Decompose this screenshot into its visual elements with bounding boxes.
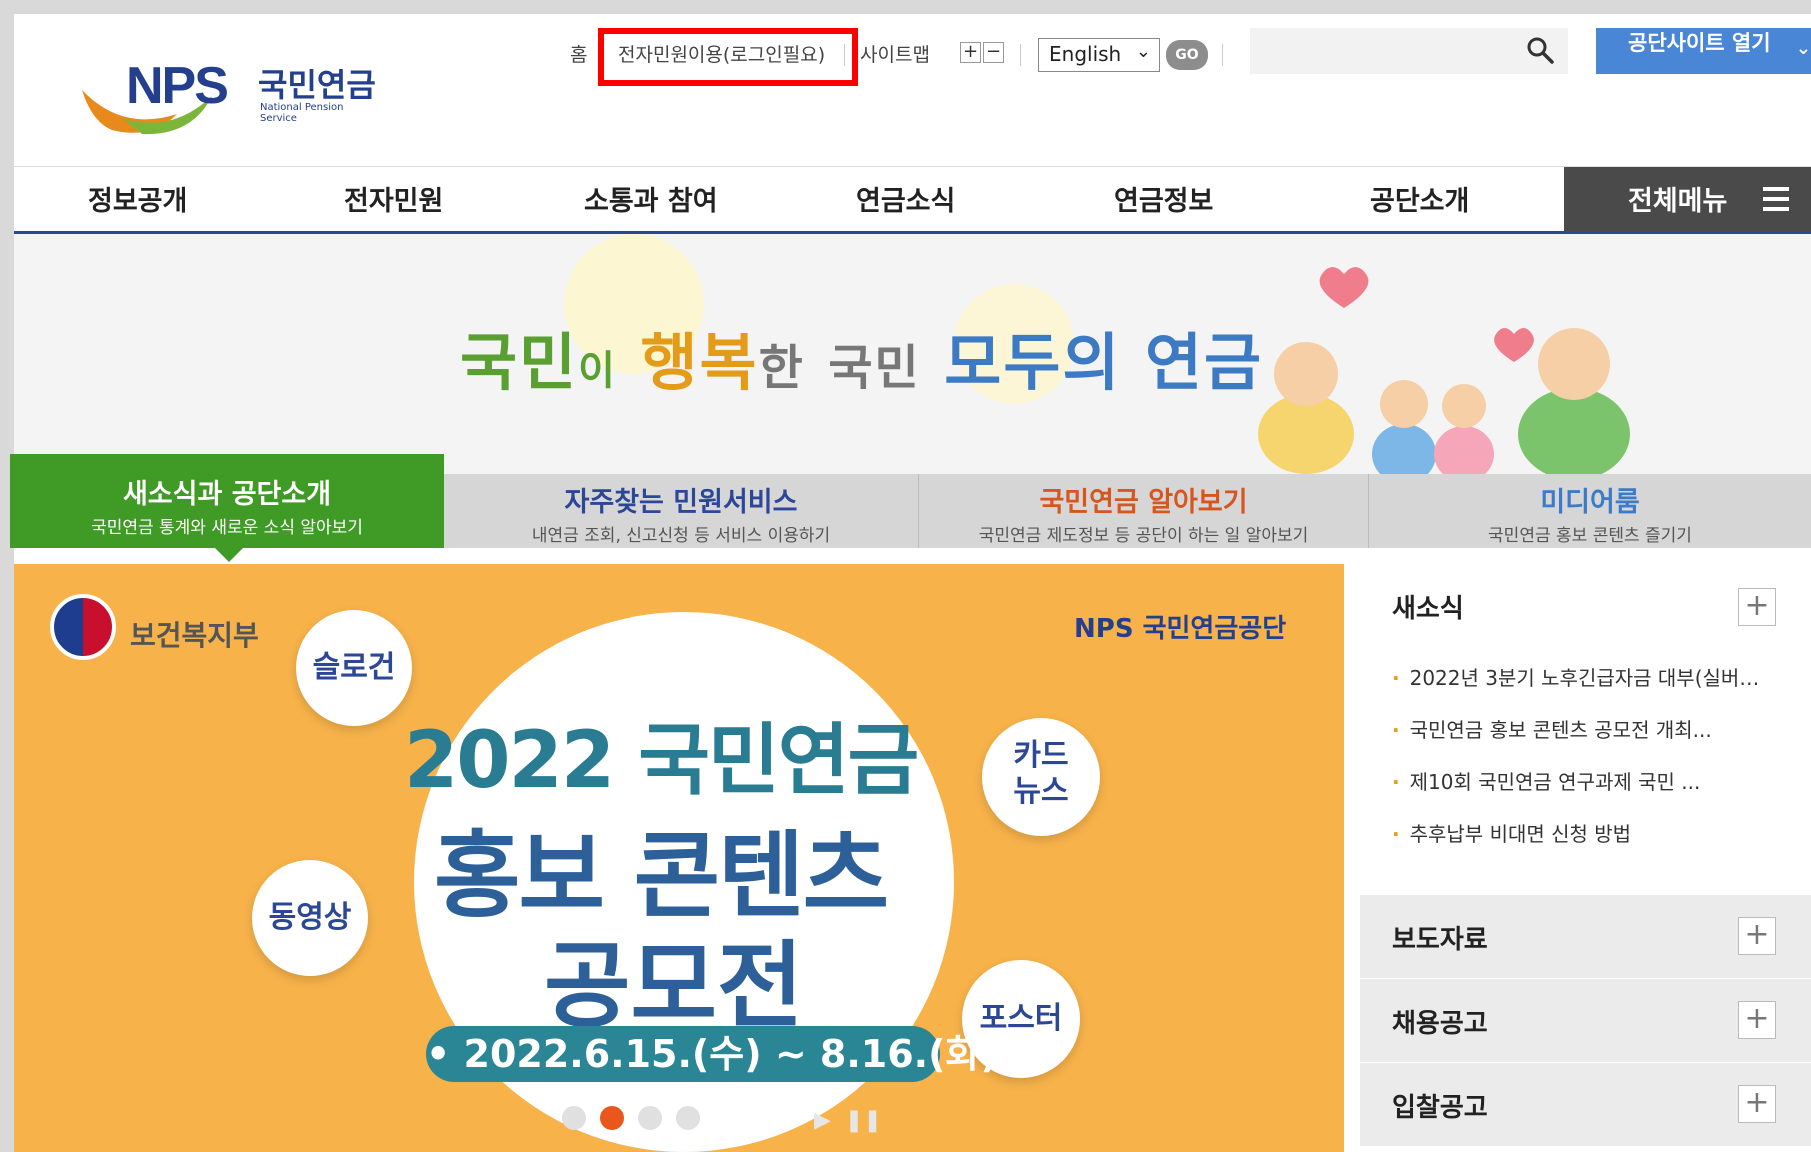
tab-frequent-services[interactable]: 자주찾는 민원서비스 내연금 조회, 신고신청 등 서비스 이용하기 — [444, 474, 918, 548]
hamburger-icon — [1763, 187, 1789, 211]
language-select-value: English — [1049, 42, 1122, 66]
search-input[interactable] — [1250, 28, 1568, 74]
page: NPS 국민연금 National Pension Service 홈 전자민원… — [0, 0, 1811, 1152]
nav-pension-info[interactable]: 연금정보 — [1114, 179, 1213, 218]
section-bid[interactable]: 입찰공고 + — [1360, 1062, 1811, 1146]
news-item[interactable]: 2022년 3분기 노후긴급자금 대부(실버… — [1392, 662, 1760, 691]
news-item[interactable]: 제10회 국민연금 연구과제 국민 ... — [1392, 766, 1701, 795]
header: NPS 국민연금 National Pension Service 홈 전자민원… — [14, 14, 1811, 166]
pager-dot[interactable] — [562, 1106, 586, 1130]
nav-info-disclosure[interactable]: 정보공개 — [88, 179, 187, 218]
section-bid-label: 입찰공고 — [1392, 1093, 1488, 1123]
home-link[interactable]: 홈 — [570, 40, 587, 67]
pager-dot[interactable] — [676, 1106, 700, 1130]
util-separator — [1222, 44, 1223, 66]
active-tab-pointer — [215, 548, 243, 562]
nav-about[interactable]: 공단소개 — [1370, 179, 1469, 218]
hero-banner: 국민이 행복한 국민 모두의 연금 — [14, 234, 1811, 474]
all-menu-label: 전체메뉴 — [1628, 186, 1728, 217]
news-item[interactable]: 추후납부 비대면 신청 방법 — [1392, 818, 1631, 847]
tab-media-room[interactable]: 미디어룸 국민연금 홍보 콘텐츠 즐기기 — [1368, 474, 1811, 548]
section-recruit-label: 채용공고 — [1392, 1009, 1488, 1039]
promo-title-year: 2022 국민연금 — [404, 716, 919, 806]
news-panel: 새소식 + 2022년 3분기 노후긴급자금 대부(실버… 국민연금 홍보 콘텐… — [1360, 564, 1811, 1152]
nps-logo[interactable]: NPS 국민연금 National Pension Service — [82, 44, 382, 139]
logo-english-text: National Pension Service — [260, 102, 344, 124]
chevron-down-icon: ⌄ — [1135, 41, 1151, 62]
promo-date-range: • 2022.6.15.(수) ~ 8.16.(화) • — [426, 1026, 1035, 1082]
go-button[interactable]: GO — [1166, 40, 1208, 70]
all-menu-button[interactable]: 전체메뉴 — [1564, 167, 1811, 232]
util-separator — [1020, 44, 1021, 66]
press-more-button[interactable]: + — [1738, 917, 1776, 955]
zoom-out-button[interactable]: − — [983, 42, 1004, 63]
news-more-button[interactable]: + — [1738, 588, 1776, 626]
nav-eservice[interactable]: 전자민원 — [344, 179, 443, 218]
main-navigation: 정보공개 전자민원 소통과 참여 연금소식 연금정보 공단소개 전체메뉴 — [14, 166, 1811, 234]
nav-pension-news[interactable]: 연금소식 — [856, 179, 955, 218]
pager-dot-active[interactable] — [600, 1106, 624, 1130]
bubble-video: 동영상 — [252, 860, 368, 976]
play-icon[interactable]: ▶ — [814, 1108, 831, 1133]
section-press-label: 보도자료 — [1392, 925, 1488, 955]
tab-learn-pension[interactable]: 국민연금 알아보기 국민연금 제도정보 등 공단이 하는 일 알아보기 — [918, 474, 1368, 548]
slide-pager — [562, 1106, 700, 1130]
family-site-label: 공단사이트 열기 — [1628, 31, 1771, 55]
nav-communication[interactable]: 소통과 참여 — [584, 179, 718, 218]
zoom-in-button[interactable]: + — [960, 42, 981, 63]
tab-news-about[interactable]: 새소식과 공단소개 국민연금 통계와 새로운 소식 알아보기 — [10, 454, 444, 548]
news-title: 새소식 — [1392, 594, 1464, 624]
recruit-more-button[interactable]: + — [1738, 1001, 1776, 1039]
util-separator — [844, 44, 845, 66]
pager-dot[interactable] — [638, 1106, 662, 1130]
slide-controls: ▶ ❚❚ — [814, 1108, 882, 1133]
nps-corp-logo: NPS 국민연금공단 — [1074, 614, 1287, 644]
language-select[interactable]: English ⌄ — [1038, 38, 1160, 72]
logo-korean-text: 국민연금 — [258, 66, 376, 104]
highlight-box — [598, 28, 858, 86]
bubble-slogan: 슬로건 — [296, 610, 412, 726]
news-item[interactable]: 국민연금 홍보 콘텐츠 공모전 개최... — [1392, 714, 1712, 743]
ministry-name: 보건복지부 — [130, 619, 259, 652]
slogan-text: 국민이 행복한 국민 모두의 연금 — [460, 326, 1264, 399]
sitemap-link[interactable]: 사이트맵 — [860, 40, 930, 67]
zoom-controls: + − — [960, 42, 1006, 66]
chevron-down-icon: ⌄ — [1795, 38, 1811, 59]
section-press[interactable]: 보도자료 + — [1360, 894, 1811, 978]
promo-slide[interactable]: 보건복지부 NPS 국민연금공단 슬로건 카드 뉴스 동영상 포스터 2022 … — [14, 564, 1344, 1152]
bid-more-button[interactable]: + — [1738, 1085, 1776, 1123]
bubble-card-news: 카드 뉴스 — [982, 718, 1100, 836]
section-recruit[interactable]: 채용공고 + — [1360, 978, 1811, 1062]
logo-nps-text: NPS — [126, 57, 229, 115]
ministry-emblem-icon — [50, 594, 116, 660]
family-site-button[interactable]: 공단사이트 열기 ⌄ — [1596, 28, 1811, 74]
pause-icon[interactable]: ❚❚ — [845, 1108, 882, 1133]
search-icon[interactable] — [1526, 36, 1554, 64]
content-tabs: 새소식과 공단소개 국민연금 통계와 새로운 소식 알아보기 자주찾는 민원서비… — [10, 454, 1811, 562]
